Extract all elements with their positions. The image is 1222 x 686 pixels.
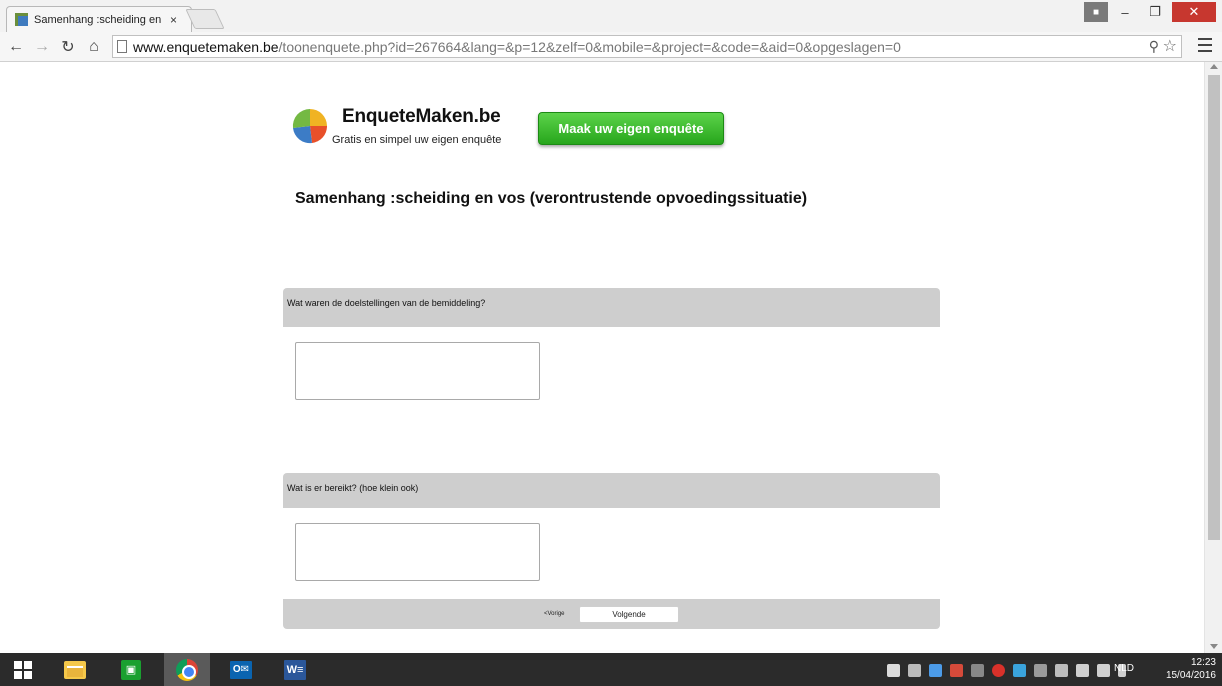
minimize-icon[interactable]: – (1112, 2, 1138, 22)
enquetemaken-logo-icon (292, 108, 328, 144)
clock[interactable]: 12:23 15/04/2016 (1154, 656, 1216, 682)
brand-tagline: Gratis en simpel uw eigen enquête (332, 134, 502, 146)
answer-textarea[interactable] (295, 342, 540, 400)
tray-app-icon[interactable] (929, 663, 942, 677)
vertical-scrollbar[interactable] (1204, 62, 1222, 653)
start-button[interactable] (0, 653, 46, 686)
outlook-icon: O✉ (230, 660, 252, 679)
page-viewport: EnqueteMaken.be Gratis en simpel uw eige… (0, 62, 1222, 653)
question-header: Wat is er bereikt? (hoe klein ook) (283, 473, 940, 508)
page-icon (117, 40, 127, 53)
back-icon[interactable]: ← (6, 37, 26, 57)
clock-date: 15/04/2016 (1165, 670, 1216, 681)
scrollbar-thumb[interactable] (1208, 75, 1220, 540)
taskbar: ▣ O✉ W≡ NLD 12:23 15/04/2016 (0, 653, 1222, 686)
language-indicator[interactable]: NLD (1114, 663, 1134, 674)
address-bar[interactable]: www.enquetemaken.be/toonenquete.php?id=2… (112, 35, 1182, 58)
answer-textarea[interactable] (295, 523, 540, 581)
survey-title: Samenhang :scheiding en vos (verontruste… (295, 190, 808, 207)
taskbar-chrome[interactable] (164, 653, 210, 686)
tray-flag-icon[interactable] (1055, 663, 1068, 677)
question-label: Wat waren de doelstellingen van de bemid… (287, 298, 486, 308)
system-tray (887, 662, 1126, 678)
tab-close-icon[interactable]: × (170, 13, 177, 27)
taskbar-outlook[interactable]: O✉ (218, 653, 264, 686)
browser-tab[interactable]: Samenhang :scheiding en × (6, 6, 192, 32)
file-explorer-icon (64, 660, 86, 679)
restore-icon[interactable]: ❐ (1142, 2, 1168, 22)
tray-windows-icon[interactable] (887, 663, 900, 677)
tray-volume-icon[interactable] (1097, 663, 1110, 677)
favicon-icon (15, 13, 28, 26)
question-header: Wat waren de doelstellingen van de bemid… (283, 288, 940, 327)
tray-media-icon[interactable] (971, 663, 984, 677)
brand-name: EnqueteMaken.be (342, 106, 501, 127)
taskbar-store[interactable]: ▣ (108, 653, 154, 686)
close-window-icon[interactable]: ✕ (1172, 2, 1216, 22)
window-controls: ■ – ❐ ✕ (1084, 0, 1216, 24)
tray-bluetooth-icon[interactable] (1034, 663, 1047, 677)
url-host: www.enquetemaken.be (133, 38, 279, 55)
word-icon: W≡ (284, 659, 306, 680)
question-label: Wat is er bereikt? (hoe klein ook) (287, 483, 419, 493)
create-survey-button[interactable]: Maak uw eigen enquête (538, 112, 724, 145)
taskbar-word[interactable]: W≡ (272, 653, 318, 686)
survey-navigation: <Vorige Volgende (283, 599, 940, 629)
bookmark-star-icon[interactable]: ☆ (1163, 36, 1177, 56)
tray-signal-icon[interactable] (1076, 663, 1089, 677)
tray-pdf-icon[interactable] (950, 663, 963, 677)
home-icon[interactable]: ⌂ (84, 37, 104, 57)
tab-title: Samenhang :scheiding en (34, 13, 162, 26)
tray-opera-icon[interactable] (992, 663, 1005, 677)
tray-cloud-icon[interactable] (908, 663, 921, 677)
next-button[interactable]: Volgende (579, 606, 679, 623)
menu-icon[interactable] (1198, 38, 1212, 52)
clock-time: 12:23 (1190, 657, 1216, 668)
zoom-icon[interactable]: ⚲ (1149, 38, 1159, 55)
reload-icon[interactable]: ↻ (58, 37, 78, 57)
tab-strip: Samenhang :scheiding en × ■ – ❐ ✕ (0, 0, 1222, 32)
scroll-down-icon[interactable] (1210, 644, 1218, 649)
scroll-up-icon[interactable] (1210, 64, 1218, 69)
store-icon: ▣ (121, 659, 141, 680)
url-path: /toonenquete.php?id=267664&lang=&p=12&ze… (278, 38, 901, 55)
user-profile-icon[interactable]: ■ (1084, 2, 1108, 22)
chrome-icon (176, 658, 198, 681)
taskbar-file-explorer[interactable] (52, 653, 98, 686)
windows-logo-icon (14, 660, 32, 679)
forward-icon[interactable]: → (32, 37, 52, 57)
previous-link[interactable]: <Vorige (544, 611, 565, 617)
browser-toolbar: ← → ↻ ⌂ www.enquetemaken.be/toonenquete.… (0, 32, 1222, 62)
tray-network-icon[interactable] (1013, 663, 1026, 677)
